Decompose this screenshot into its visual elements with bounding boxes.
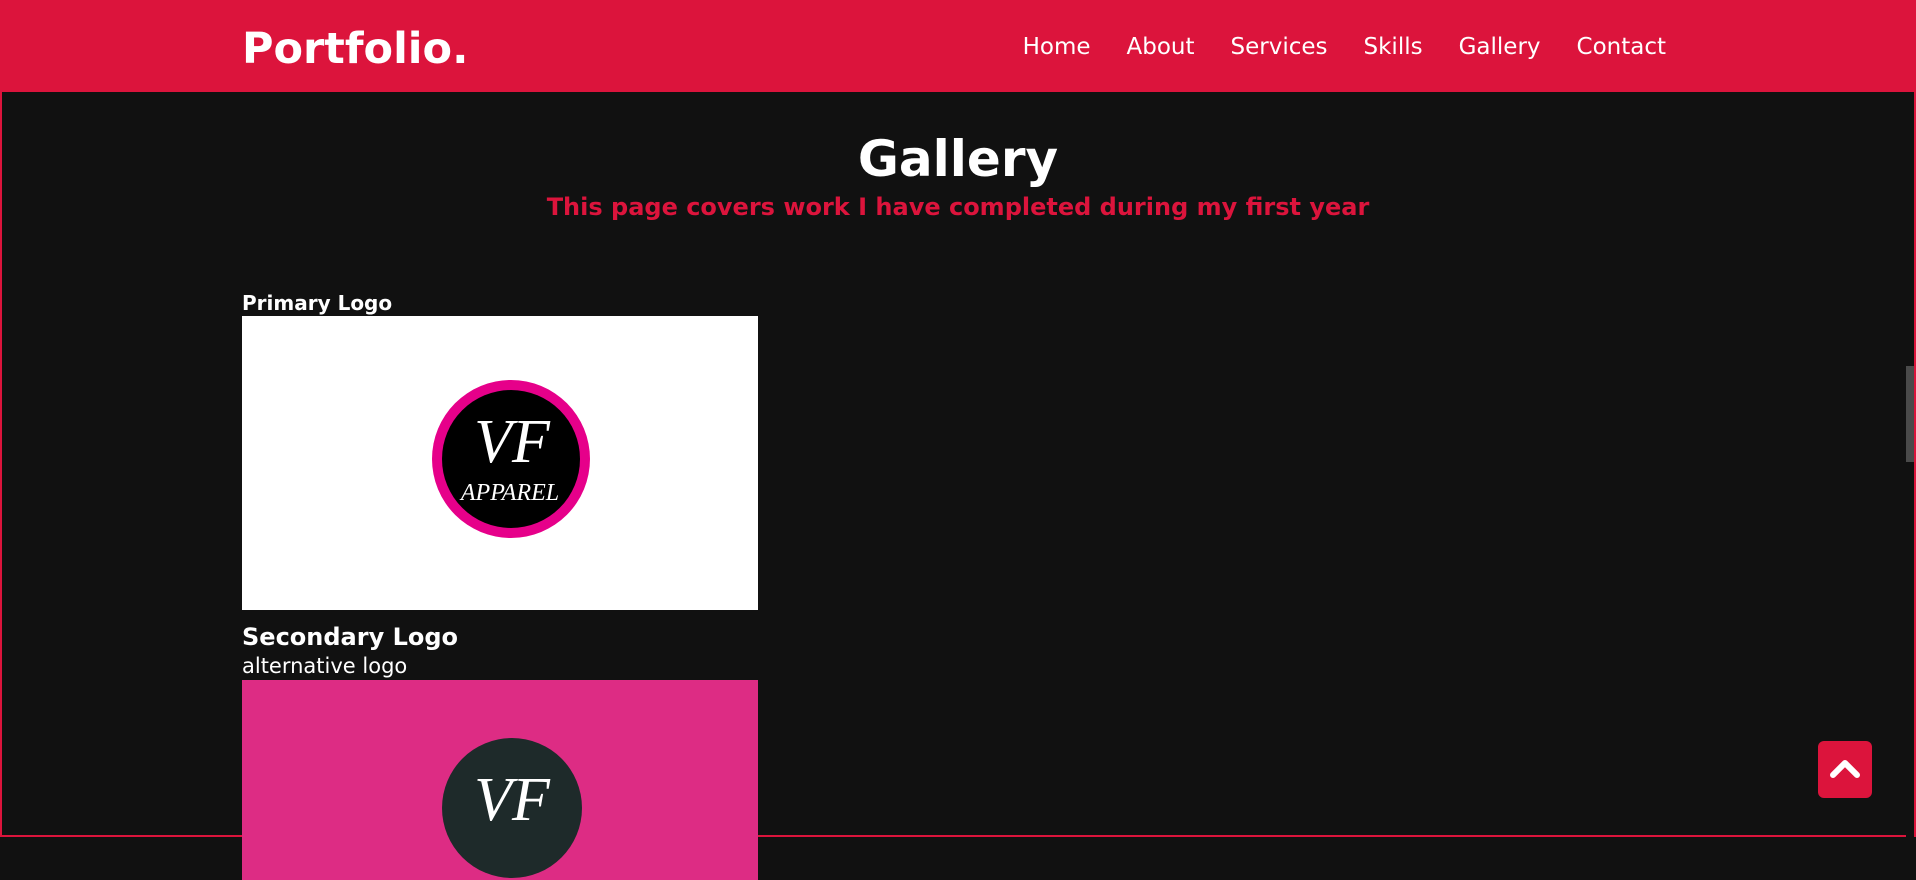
- site-logo[interactable]: Portfolio.: [242, 24, 468, 74]
- nav-link-home[interactable]: Home: [1023, 34, 1091, 60]
- primary-logo-image: VF APPAREL: [242, 316, 758, 610]
- gallery-item-primary-logo: Primary Logo VF APPAREL: [242, 290, 758, 610]
- nav-link-services[interactable]: Services: [1231, 34, 1328, 60]
- gallery-item-secondary-logo: Secondary Logo alternative logo VF: [242, 622, 758, 880]
- gallery-item-title: Primary Logo: [242, 291, 393, 315]
- gallery: Primary Logo VF APPAREL Secondary Logo a…: [242, 290, 758, 880]
- nav-link-about[interactable]: About: [1127, 34, 1195, 60]
- nav-link-skills[interactable]: Skills: [1364, 34, 1423, 60]
- nav-menu: Home About Services Skills Gallery Conta…: [987, 34, 1666, 60]
- vf-apparel-logo: VF APPAREL: [432, 380, 590, 538]
- logo-wordmark: APPAREL: [459, 480, 559, 506]
- vf-secondary-logo: VF: [442, 738, 582, 878]
- logo-monogram: VF: [474, 766, 551, 834]
- scrollbar-thumb[interactable]: [1906, 366, 1914, 462]
- chevron-up-icon: [1830, 760, 1860, 778]
- navbar: Portfolio. Home About Services Skills Ga…: [2, 2, 1914, 92]
- page-title: Gallery: [857, 130, 1059, 188]
- nav-link-gallery[interactable]: Gallery: [1459, 34, 1541, 60]
- scroll-to-top-button[interactable]: [1818, 741, 1872, 798]
- page-subtitle: This page covers work I have completed d…: [546, 193, 1370, 221]
- nav-link-contact[interactable]: Contact: [1577, 34, 1666, 60]
- logo-monogram: VF: [474, 408, 551, 476]
- gallery-item-title: Secondary Logo: [242, 623, 459, 651]
- page-scrollbar[interactable]: [1906, 92, 1914, 837]
- gallery-item-description: alternative logo: [242, 654, 408, 678]
- secondary-logo-image: VF: [242, 680, 758, 880]
